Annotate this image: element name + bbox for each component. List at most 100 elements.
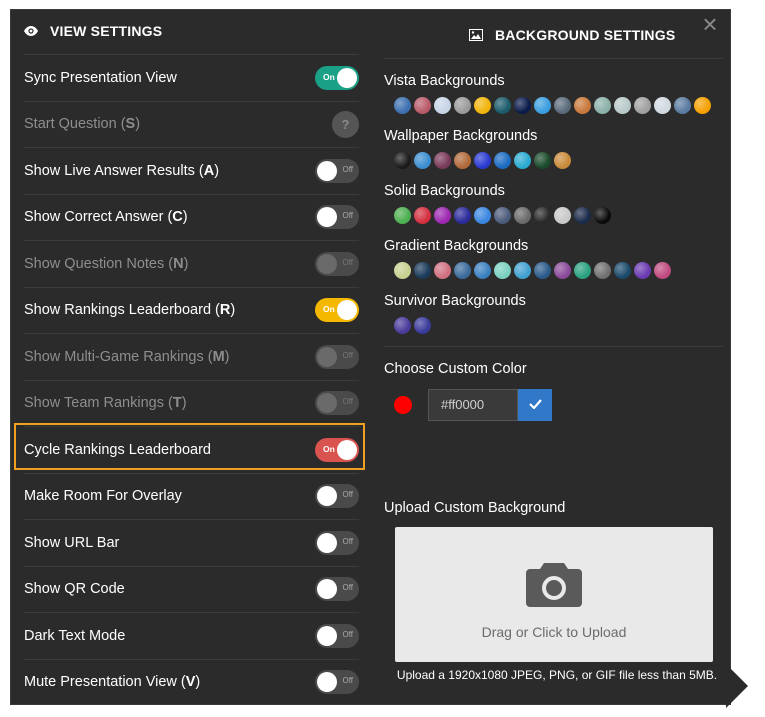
background-swatch[interactable] (574, 207, 591, 224)
toggle-knob (317, 486, 337, 507)
background-swatch[interactable] (414, 207, 431, 224)
background-group-label: Vista Backgrounds (384, 73, 505, 89)
toggle-switch[interactable]: Off (315, 530, 359, 555)
background-swatch[interactable] (654, 97, 671, 114)
background-swatch[interactable] (534, 152, 551, 169)
camera-icon (524, 559, 584, 614)
toggle-state-label: Off (342, 164, 353, 174)
toggle-switch[interactable]: Off (315, 577, 359, 602)
toggle-switch[interactable]: Off (315, 158, 359, 183)
toggle-knob (317, 253, 337, 274)
background-swatch[interactable] (514, 97, 531, 114)
toggle-state-label: Off (342, 629, 353, 639)
toggle-switch[interactable]: Off (315, 623, 359, 648)
background-swatch[interactable] (494, 152, 511, 169)
background-swatch[interactable] (574, 262, 591, 279)
setting-row: Show Correct Answer (C) Off (24, 193, 359, 241)
background-swatch[interactable] (594, 262, 611, 279)
image-icon (469, 29, 483, 41)
background-swatch[interactable] (434, 152, 451, 169)
background-swatch[interactable] (594, 207, 611, 224)
background-swatch[interactable] (614, 262, 631, 279)
toggle-knob (317, 532, 337, 553)
background-group-label: Solid Backgrounds (384, 183, 505, 199)
background-swatch[interactable] (474, 207, 491, 224)
toggle-knob (317, 207, 337, 228)
toggle-switch[interactable]: On (315, 298, 359, 323)
background-swatch[interactable] (534, 97, 551, 114)
close-icon[interactable]: × (696, 10, 724, 38)
setting-label: Sync Presentation View (24, 69, 177, 86)
custom-color-swatch[interactable] (394, 396, 412, 414)
background-swatch[interactable] (574, 97, 591, 114)
background-swatch[interactable] (614, 97, 631, 114)
toggle-state-label: Off (342, 536, 353, 546)
background-swatch[interactable] (394, 152, 411, 169)
background-swatch[interactable] (414, 97, 431, 114)
background-group-label: Wallpaper Backgrounds (384, 128, 538, 144)
background-swatch[interactable] (394, 207, 411, 224)
background-swatch[interactable] (474, 152, 491, 169)
background-swatch[interactable] (434, 262, 451, 279)
background-swatch[interactable] (534, 262, 551, 279)
background-swatch[interactable] (414, 317, 431, 334)
setting-label: Show Live Answer Results (A) (24, 162, 220, 179)
background-swatch[interactable] (454, 262, 471, 279)
toggle-state-label: On (323, 304, 335, 315)
upload-dropzone[interactable]: Drag or Click to Upload (395, 527, 713, 662)
setting-label: Mute Presentation View (V) (24, 674, 201, 691)
background-swatch[interactable] (514, 207, 531, 224)
setting-label: Show Multi-Game Rankings (M) (24, 348, 230, 365)
background-swatch[interactable] (514, 152, 531, 169)
background-swatch[interactable] (594, 97, 611, 114)
background-swatch[interactable] (434, 97, 451, 114)
background-settings-header: BACKGROUND SETTINGS (469, 27, 675, 43)
toggle-switch[interactable]: On (315, 437, 359, 462)
background-swatch[interactable] (634, 97, 651, 114)
toggle-knob (317, 393, 337, 414)
view-settings-header: VIEW SETTINGS (24, 23, 162, 39)
background-swatch[interactable] (514, 262, 531, 279)
background-swatch[interactable] (454, 97, 471, 114)
background-swatch[interactable] (494, 97, 511, 114)
background-swatch[interactable] (694, 97, 711, 114)
eye-icon (24, 26, 38, 36)
background-swatch[interactable] (434, 207, 451, 224)
background-swatch[interactable] (554, 207, 571, 224)
background-swatch[interactable] (554, 262, 571, 279)
background-swatch[interactable] (494, 262, 511, 279)
background-swatch[interactable] (394, 317, 411, 334)
background-swatch[interactable] (414, 262, 431, 279)
help-icon[interactable]: ? (332, 110, 359, 138)
toggle-switch[interactable]: Off (315, 670, 359, 695)
background-swatch-list (394, 97, 714, 114)
toggle-knob (317, 625, 337, 646)
background-swatch[interactable] (454, 152, 471, 169)
setting-row: Make Room For Overlay Off (24, 472, 359, 520)
background-swatch[interactable] (454, 207, 471, 224)
toggle-knob (337, 439, 357, 460)
apply-color-button[interactable] (518, 389, 552, 421)
toggle-switch[interactable]: On (315, 65, 359, 90)
setting-label: Show Rankings Leaderboard (R) (24, 302, 236, 319)
toggle-switch[interactable]: Off (315, 205, 359, 230)
background-swatch[interactable] (634, 262, 651, 279)
background-swatch[interactable] (474, 262, 491, 279)
background-swatch[interactable] (554, 152, 571, 169)
divider (384, 346, 723, 347)
background-swatch[interactable] (394, 262, 411, 279)
background-swatch[interactable] (674, 97, 691, 114)
setting-row: Mute Presentation View (V) Off (24, 658, 359, 706)
background-swatch[interactable] (494, 207, 511, 224)
toggle-switch[interactable]: Off (315, 484, 359, 509)
background-swatch[interactable] (414, 152, 431, 169)
background-swatch[interactable] (554, 97, 571, 114)
background-swatch[interactable] (474, 97, 491, 114)
background-swatch[interactable] (394, 97, 411, 114)
toggle-knob (317, 160, 337, 181)
setting-label: Cycle Rankings Leaderboard (24, 441, 211, 458)
background-swatch[interactable] (534, 207, 551, 224)
background-swatch[interactable] (654, 262, 671, 279)
toggle-state-label: Off (342, 490, 353, 500)
custom-color-input[interactable]: #ff0000 (428, 389, 518, 421)
